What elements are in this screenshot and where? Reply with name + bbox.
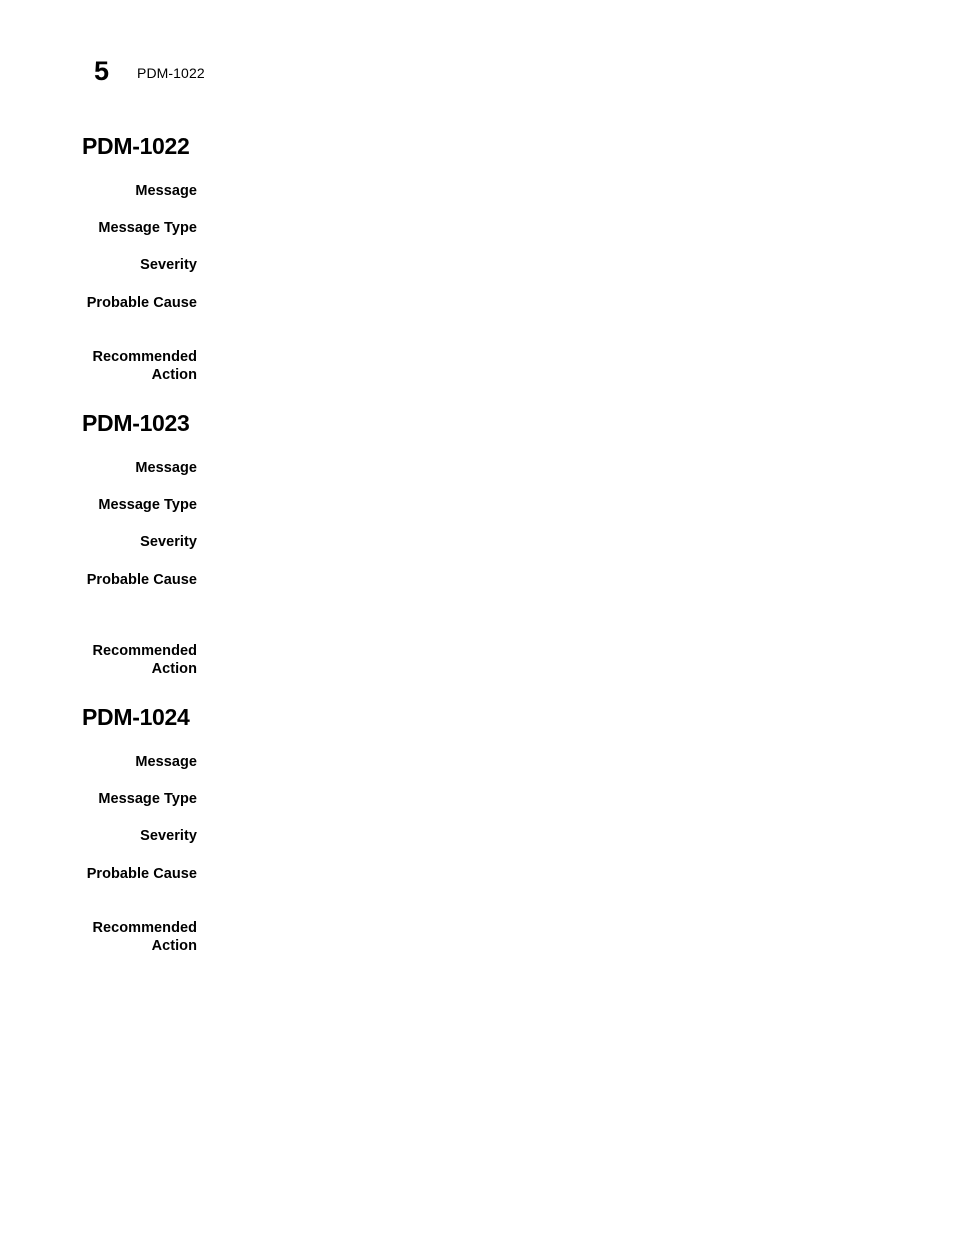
running-header-topic: PDM-1022 — [137, 65, 205, 81]
definition-label: Recommended Action — [92, 643, 197, 677]
definition-value — [213, 219, 913, 237]
chapter-number: 5 — [94, 56, 109, 86]
definition-value — [213, 827, 913, 845]
document-page: 5 PDM-1022 PDM-1022 Message Message Type Se… — [0, 0, 954, 1235]
definition-value — [213, 642, 913, 660]
definition-label: Message — [135, 183, 197, 199]
definition-value — [213, 496, 913, 514]
definition-label: Message Type — [98, 497, 197, 513]
definition-label: Severity — [140, 828, 197, 844]
definition-value — [213, 459, 913, 477]
definition-label: Probable Cause — [86, 866, 197, 882]
section-heading: PDM-1024 — [82, 704, 190, 730]
definition-label: Probable Cause — [86, 572, 197, 588]
running-header: 5 PDM-1022 — [0, 55, 954, 89]
section-heading: PDM-1022 — [82, 133, 190, 159]
definition-value — [213, 182, 913, 200]
definition-value — [213, 919, 913, 937]
definition-label: Recommended Action — [92, 349, 197, 383]
definition-label: Probable Cause — [86, 295, 197, 311]
definition-label: Message — [135, 754, 197, 770]
definition-value — [213, 790, 913, 808]
definition-label: Message Type — [98, 791, 197, 807]
definition-value — [213, 753, 913, 771]
definition-label: Message — [135, 460, 197, 476]
definition-label: Message Type — [98, 220, 197, 236]
definition-value — [213, 348, 913, 366]
definition-label: Severity — [140, 534, 197, 550]
definition-value — [213, 256, 913, 274]
definition-value — [213, 533, 913, 551]
section-heading: PDM-1023 — [82, 410, 190, 436]
definition-label: Severity — [140, 257, 197, 273]
definition-value — [213, 294, 913, 312]
definition-value — [213, 571, 913, 589]
definition-value — [213, 865, 913, 883]
definition-label: Recommended Action — [92, 920, 197, 954]
